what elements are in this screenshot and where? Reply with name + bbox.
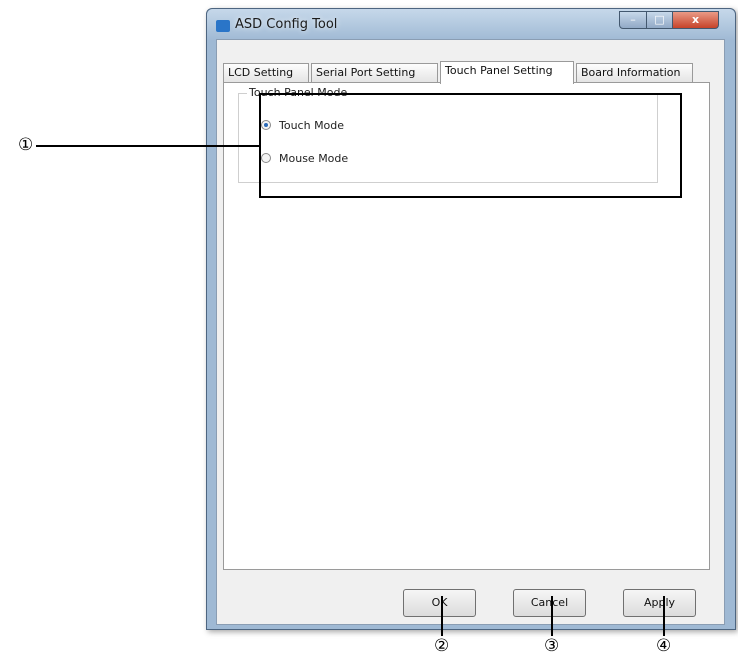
maximize-button[interactable]: □ [646, 11, 673, 29]
minimize-button[interactable]: – [619, 11, 647, 29]
callout-box-touch-panel-mode [259, 93, 682, 198]
tab-board-information[interactable]: Board Information [576, 63, 693, 83]
callout-number-2: ② [434, 636, 450, 656]
callout-number-1: ① [18, 135, 34, 155]
close-button[interactable]: x [672, 11, 719, 29]
cancel-button[interactable]: Cancel [513, 589, 586, 617]
title-bar[interactable]: ASD Config Tool – □ x [207, 9, 735, 41]
callout-number-3: ③ [544, 636, 560, 656]
callout-leader-4 [663, 596, 665, 636]
callout-leader-1 [36, 145, 260, 147]
tab-touch-panel-setting[interactable]: Touch Panel Setting [440, 61, 574, 84]
app-icon [216, 20, 230, 32]
ok-button[interactable]: OK [403, 589, 476, 617]
apply-button[interactable]: Apply [623, 589, 696, 617]
callout-number-4: ④ [656, 636, 672, 656]
tab-serial-port-setting[interactable]: Serial Port Setting [311, 63, 438, 83]
tab-lcd-setting[interactable]: LCD Setting [223, 63, 309, 83]
window-title: ASD Config Tool [235, 17, 338, 32]
callout-leader-3 [551, 596, 553, 636]
callout-leader-2 [441, 596, 443, 636]
